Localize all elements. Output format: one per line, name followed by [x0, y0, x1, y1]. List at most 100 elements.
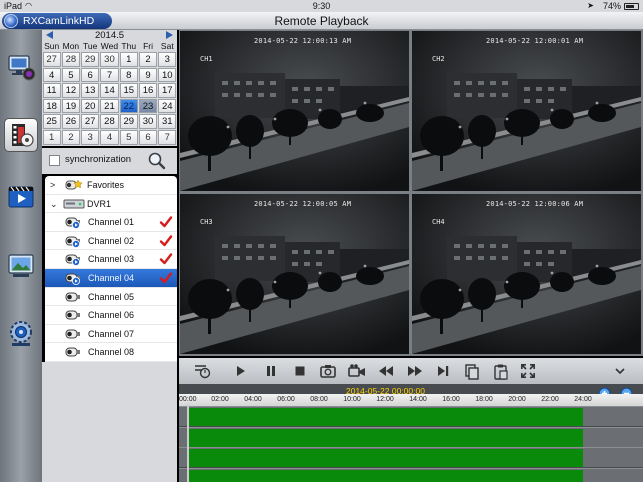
calendar-day[interactable]: 11	[42, 83, 61, 98]
channel-row[interactable]: Channel 06	[45, 306, 177, 325]
calendar-day[interactable]: 20	[81, 98, 100, 114]
calendar-day[interactable]: 19	[61, 98, 81, 114]
recording-segment[interactable]	[187, 428, 583, 447]
dvr-device-icon	[63, 198, 85, 212]
calendar-day[interactable]: 30	[138, 114, 158, 129]
calendar-day[interactable]: 4	[100, 130, 119, 145]
channel-row[interactable]: Channel 03	[45, 250, 177, 269]
calendar-day[interactable]: 2	[61, 130, 81, 145]
calendar-day[interactable]: 17	[158, 83, 177, 98]
calendar-day[interactable]: 6	[81, 67, 100, 83]
favorites-node[interactable]: > Favorites	[45, 176, 177, 195]
checkmark-icon[interactable]	[159, 252, 173, 268]
pause-button[interactable]	[265, 363, 277, 379]
channel-row[interactable]: Channel 04	[45, 269, 177, 288]
next-month-icon[interactable]	[166, 31, 173, 39]
calendar-day[interactable]: 10	[158, 67, 177, 83]
calendar-day[interactable]: 31	[158, 114, 177, 129]
fast-forward-button[interactable]	[407, 363, 423, 379]
calendar-day[interactable]: 30	[100, 52, 119, 67]
recording-segment[interactable]	[187, 408, 583, 426]
calendar-day[interactable]: 22	[119, 98, 138, 114]
channel-row[interactable]: Channel 05	[45, 288, 177, 307]
play-button[interactable]	[235, 363, 247, 379]
image-tool[interactable]	[4, 248, 38, 282]
playback-timeline[interactable]: 2014-05-22 00:00:00 00:00 02:00 04:00 06:00…	[179, 384, 643, 482]
recording-segment[interactable]	[187, 449, 583, 467]
record-button[interactable]	[347, 363, 367, 379]
calendar-day[interactable]: 24	[158, 98, 177, 114]
channel-row[interactable]: Channel 08	[45, 343, 177, 362]
fullscreen-button[interactable]	[520, 363, 536, 379]
device-tree: > Favorites ⌄ DVR1 Channel 01 Channel 02 C…	[45, 176, 177, 362]
calendar-day[interactable]: 5	[119, 130, 138, 145]
playback-speed-button[interactable]	[193, 363, 211, 379]
recording-segment[interactable]	[187, 469, 583, 482]
timeline-track[interactable]	[179, 467, 643, 482]
calendar-day[interactable]: 4	[42, 67, 61, 83]
camera-icon	[65, 272, 83, 287]
calendar-day[interactable]: 21	[100, 98, 119, 114]
calendar-day[interactable]: 1	[42, 130, 61, 145]
calendar-day[interactable]: 6	[138, 130, 158, 145]
channel-row[interactable]: Channel 01	[45, 213, 177, 232]
calendar-day[interactable]: 25	[42, 114, 61, 129]
timeline-track[interactable]	[179, 406, 643, 426]
timeline-cursor[interactable]	[187, 404, 189, 482]
calendar-day[interactable]: 27	[81, 114, 100, 129]
step-frame-button[interactable]	[436, 363, 450, 379]
settings-tool[interactable]	[4, 316, 38, 350]
live-view-tool[interactable]	[4, 50, 38, 84]
channel-row[interactable]: Channel 02	[45, 232, 177, 251]
calendar-day[interactable]: 15	[119, 83, 138, 98]
channel-label: Channel 05	[88, 291, 135, 302]
copy-button[interactable]	[464, 363, 480, 380]
calendar-day[interactable]: 8	[119, 67, 138, 83]
channel-row[interactable]: Channel 07	[45, 325, 177, 344]
checkmark-icon[interactable]	[159, 234, 173, 250]
fullscreen-icon	[521, 364, 535, 378]
calendar-day[interactable]: 12	[61, 83, 81, 98]
video-tile[interactable]: 2014-05-22 12:00:06 AM CH4	[412, 194, 641, 354]
calendar-day[interactable]: 29	[81, 52, 100, 67]
calendar-day[interactable]: 7	[158, 130, 177, 145]
calendar-day[interactable]: 27	[42, 52, 61, 67]
checkmark-icon[interactable]	[159, 271, 173, 287]
local-video-tool[interactable]	[4, 180, 38, 214]
calendar-day[interactable]: 5	[61, 67, 81, 83]
rewind-button[interactable]	[378, 363, 394, 379]
stop-button[interactable]	[294, 363, 306, 379]
snapshot-button[interactable]	[319, 363, 337, 379]
timeline-track[interactable]	[179, 426, 643, 447]
calendar-day[interactable]: 3	[158, 52, 177, 67]
calendar-day[interactable]: 29	[119, 114, 138, 129]
chevron-right-icon[interactable]: >	[50, 180, 55, 190]
calendar-day[interactable]: 14	[100, 83, 119, 98]
video-timestamp: 2014-05-22 12:00:13 AM	[254, 37, 352, 45]
video-tile[interactable]: 2014-05-22 12:00:13 AM CH1	[180, 31, 409, 191]
paste-button[interactable]	[493, 363, 509, 380]
page-title: Remote Playback	[274, 14, 369, 28]
calendar-day[interactable]: 7	[100, 67, 119, 83]
calendar-day[interactable]: 2	[138, 52, 158, 67]
calendar-day[interactable]: 1	[119, 52, 138, 67]
checkmark-icon[interactable]	[159, 215, 173, 231]
calendar-day[interactable]: 28	[61, 52, 81, 67]
calendar-day[interactable]: 13	[81, 83, 100, 98]
calendar-day[interactable]: 23	[138, 98, 158, 114]
calendar-day[interactable]: 18	[42, 98, 61, 114]
calendar-day[interactable]: 28	[100, 114, 119, 129]
calendar-day[interactable]: 3	[81, 130, 100, 145]
calendar-day[interactable]: 26	[61, 114, 81, 129]
timeline-track[interactable]	[179, 447, 643, 467]
calendar-day[interactable]: 9	[138, 67, 158, 83]
video-tile[interactable]: 2014-05-22 12:00:05 AM CH3	[180, 194, 409, 354]
search-recordings-button[interactable]	[147, 151, 167, 176]
video-tile[interactable]: 2014-05-22 12:00:01 AM CH2	[412, 31, 641, 191]
synchronization-checkbox[interactable]	[49, 155, 60, 166]
remote-playback-tool[interactable]	[4, 118, 38, 152]
collapse-toolbar-button[interactable]	[614, 363, 626, 379]
calendar-day[interactable]: 16	[138, 83, 158, 98]
dvr-node[interactable]: ⌄ DVR1	[45, 195, 177, 214]
chevron-down-icon[interactable]: ⌄	[50, 199, 58, 210]
